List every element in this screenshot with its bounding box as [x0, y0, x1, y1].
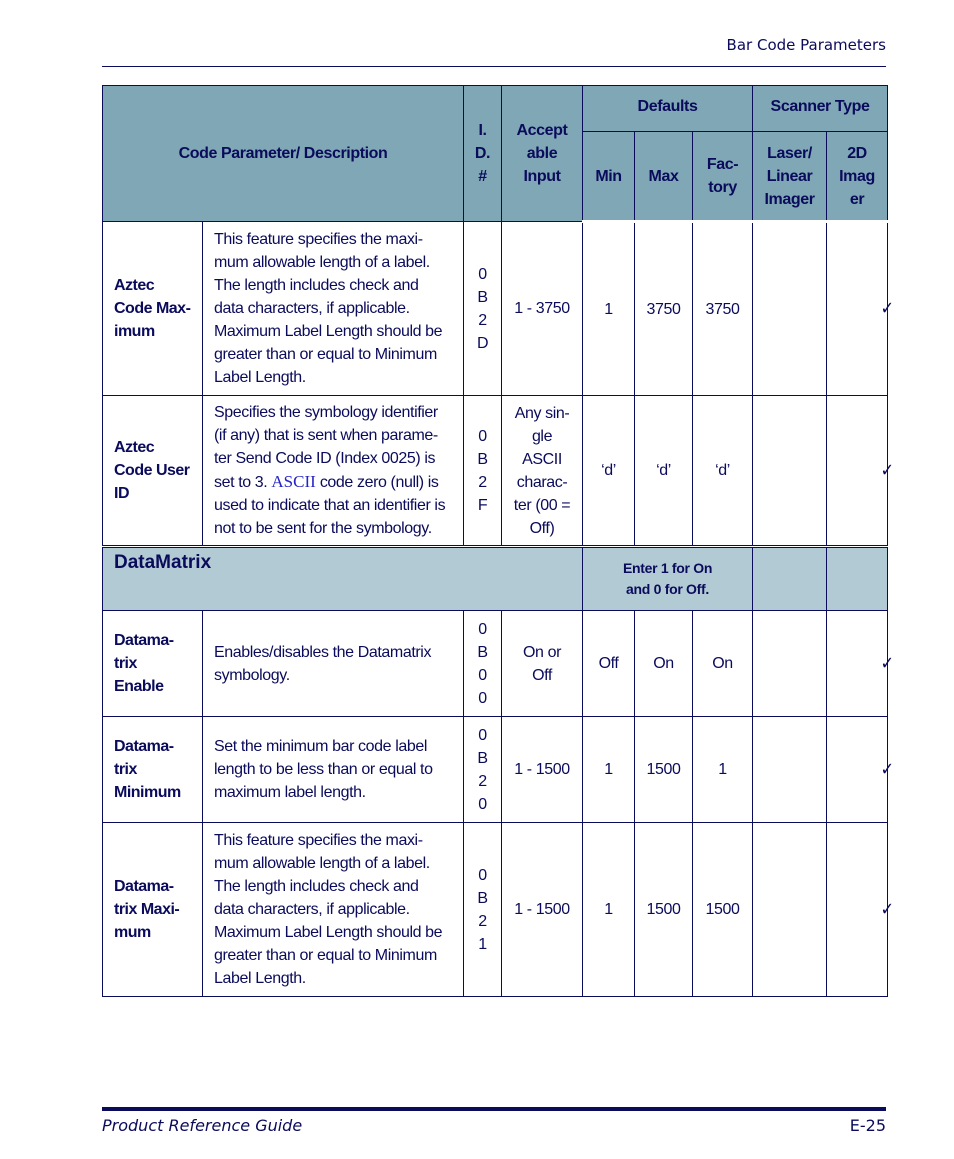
- param-description: This feature specifies the maxi-mum allo…: [201, 221, 465, 396]
- checkmark-icon: ✓: [880, 898, 894, 920]
- section-empty-cell: [826, 545, 889, 611]
- param-id: 0B21: [463, 822, 503, 997]
- param-default-max: 1500: [634, 822, 694, 997]
- col-header-max: Max: [634, 131, 694, 223]
- table-row: Aztec Code User ID Specifies the symbology…: [102, 395, 894, 547]
- param-laser-linear-imager: [752, 716, 828, 823]
- checkmark-icon: ✓: [880, 298, 894, 319]
- param-name: Datama-trix Minimum: [102, 716, 203, 823]
- param-2d-imager: ✓: [826, 221, 894, 396]
- param-acceptable-input: 1 - 1500: [501, 822, 584, 997]
- checkmark-icon: ✓: [880, 758, 894, 780]
- param-id: 0B2D: [463, 221, 503, 396]
- param-default-min: Off: [582, 610, 636, 717]
- header-rule: [102, 66, 886, 67]
- table-row: Datama-trix Enable Enables/disables the D…: [102, 610, 894, 717]
- param-default-min: 1: [582, 716, 636, 823]
- checkmark-icon: ✓: [880, 459, 894, 481]
- footer-guide-title: Product Reference Guide: [102, 1116, 303, 1135]
- param-2d-imager: ✓: [826, 822, 894, 997]
- param-laser-linear-imager: [752, 822, 828, 997]
- param-default-factory: 3750: [692, 221, 754, 396]
- table-row: Aztec Code Max-imum This feature specifie…: [102, 221, 894, 396]
- section-header-row: DataMatrix Enter 1 for On and 0 for Off.: [101, 545, 889, 611]
- param-2d-imager: ✓: [826, 716, 894, 823]
- ascii-term: ASCII: [271, 472, 316, 491]
- param-laser-linear-imager: [752, 610, 828, 717]
- param-default-factory: On: [692, 610, 754, 717]
- param-name: Aztec Code Max-imum: [102, 221, 203, 396]
- section-note: Enter 1 for On and 0 for Off.: [582, 545, 754, 611]
- param-default-max: 1500: [634, 716, 694, 823]
- param-name: Datama-trix Maxi-mum: [102, 822, 203, 997]
- param-id: 0B20: [463, 716, 503, 823]
- param-description: Enables/disables the Datamatrix symbology…: [201, 610, 465, 717]
- param-default-max: On: [634, 610, 694, 717]
- col-header-2d-imager: 2D Imag er: [826, 131, 889, 223]
- checkmark-icon: ✓: [880, 652, 894, 674]
- col-header-id: I. D. #: [463, 85, 503, 222]
- col-header-scanner-type: Scanner Type: [752, 85, 889, 132]
- param-2d-imager: ✓: [826, 610, 894, 717]
- param-default-min: 1: [582, 822, 636, 997]
- param-default-min: ‘d’: [582, 395, 636, 547]
- page-number: E-25: [849, 1116, 886, 1135]
- running-header-title: Bar Code Parameters: [726, 36, 886, 54]
- table-row: Datama-trix Maxi-mum This feature specif…: [102, 822, 894, 997]
- param-acceptable-input: On or Off: [501, 610, 584, 717]
- param-name: Aztec Code User ID: [102, 395, 203, 547]
- col-header-code-parameter: Code Parameter/ Description: [101, 85, 465, 222]
- param-acceptable-input: 1 - 1500: [501, 716, 584, 823]
- param-id: 0B00: [463, 610, 503, 717]
- col-header-min: Min: [582, 131, 636, 223]
- param-default-max: 3750: [634, 221, 694, 396]
- param-2d-imager: ✓: [826, 395, 894, 547]
- param-acceptable-input: 1 - 3750: [501, 221, 584, 396]
- param-default-min: 1: [582, 221, 636, 396]
- param-description: Specifies the symbology identifier (if an…: [201, 395, 465, 547]
- col-header-defaults: Defaults: [582, 85, 754, 132]
- section-title: DataMatrix: [101, 545, 584, 611]
- param-default-factory: 1: [692, 716, 754, 823]
- param-id: 0B2F: [463, 395, 503, 547]
- section-empty-cell: [752, 545, 828, 611]
- col-header-factory: Fac-tory: [692, 131, 754, 223]
- param-description: This feature specifies the maxi-mum allo…: [201, 822, 465, 997]
- param-laser-linear-imager: [752, 221, 828, 396]
- table-row: Datama-trix Minimum Set the minimum bar c…: [102, 716, 894, 823]
- param-default-factory: 1500: [692, 822, 754, 997]
- col-header-laser-linear-imager: Laser/Linear Imager: [752, 131, 828, 223]
- param-description: Set the minimum bar code label length to …: [201, 716, 465, 823]
- col-header-acceptable-input: Accept able Input: [501, 85, 584, 222]
- param-name: Datama-trix Enable: [102, 610, 203, 717]
- footer-rule: [102, 1107, 886, 1111]
- param-acceptable-input: Any sin-gle ASCII charac-ter (00 = Off): [501, 395, 584, 547]
- param-default-max: ‘d’: [634, 395, 694, 547]
- param-default-factory: ‘d’: [692, 395, 754, 547]
- param-laser-linear-imager: [752, 395, 828, 547]
- parameter-table: Code Parameter/ Description I. D. # Accept…: [101, 85, 894, 997]
